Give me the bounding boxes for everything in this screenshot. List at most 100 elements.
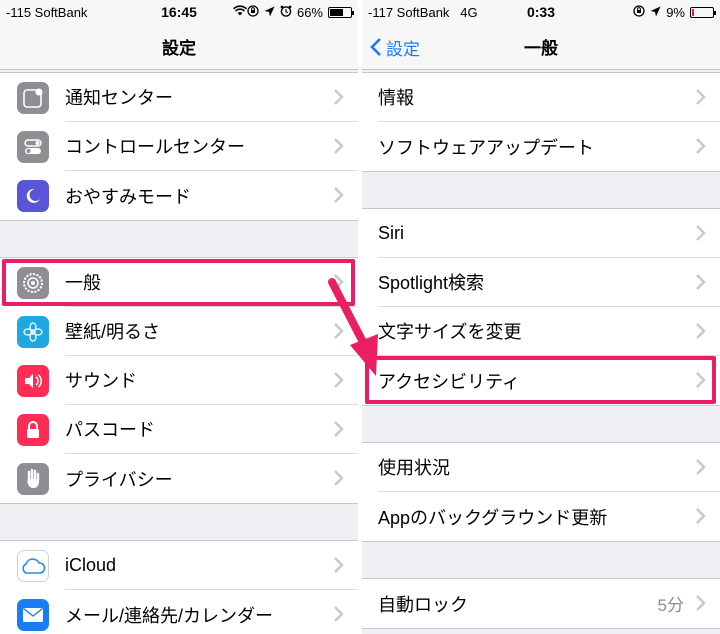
chevron-right-icon [334, 372, 344, 388]
settings-row-label: ソフトウェアアップデート [378, 137, 594, 158]
chevron-right-icon [696, 372, 706, 388]
settings-row-label: Siri [378, 209, 720, 258]
chevron-right-icon [334, 138, 344, 154]
control-center-icon [17, 130, 49, 163]
settings-row-label: コントロールセンター [65, 122, 358, 171]
carrier-label: -117 SoftBank 4G [368, 4, 478, 20]
settings-row-label: サウンド [65, 356, 358, 405]
settings-row-label: 壁紙/明るさ [65, 307, 358, 356]
settings-row[interactable]: Siri [362, 209, 720, 258]
settings-row-label: パスコード [65, 405, 358, 454]
cloud-icon [17, 549, 49, 582]
mail-icon [17, 598, 49, 631]
settings-row[interactable]: パスコード [0, 405, 358, 454]
status-bar: -117 SoftBank 4G 0:33 9% [362, 0, 720, 24]
settings-row-label: iCloud [65, 541, 358, 590]
settings-row-label: 通知センター [65, 73, 358, 122]
settings-row[interactable]: 一般 [0, 258, 358, 307]
settings-row-label: メール/連絡先/カレンダー [65, 605, 274, 626]
settings-group: 一般 壁紙/明るさ サウンド パスコードプライバシー [0, 257, 358, 504]
settings-row[interactable]: iCloud [0, 541, 358, 590]
nav-bar: 設定 [0, 24, 358, 70]
settings-row[interactable]: アクセシビリティ [362, 356, 720, 405]
location-arrow-icon [650, 5, 661, 20]
chevron-right-icon [696, 323, 706, 339]
settings-row[interactable]: コントロールセンター [0, 122, 358, 171]
chevron-left-icon [370, 38, 381, 56]
settings-row-label: 情報 [378, 73, 720, 122]
hand-icon [17, 462, 49, 495]
settings-row-label: アクセシビリティ [378, 371, 521, 392]
gear-icon [17, 266, 49, 299]
rotation-lock-icon [247, 4, 259, 20]
settings-screen: -115 SoftBank 16:45 66% 設定 通知センター コントロールセ… [0, 0, 358, 634]
battery-percent: 9% [666, 4, 685, 20]
settings-row-label: 文字サイズを変更 [378, 307, 720, 356]
chevron-right-icon [334, 187, 344, 203]
settings-row[interactable]: Appのバックグラウンド更新 [362, 492, 720, 541]
settings-row[interactable]: サウンド [0, 356, 358, 405]
back-button[interactable]: 設定 [370, 24, 420, 70]
chevron-right-icon [696, 459, 706, 475]
rotation-lock-icon [633, 4, 645, 20]
settings-group: 自動ロック 5分 [362, 578, 720, 629]
general-list: 情報ソフトウェアアップデート Siri Spotlight検索 文字サイズを変更アクセ… [362, 72, 720, 629]
chevron-right-icon [696, 138, 706, 154]
speaker-icon [17, 364, 49, 397]
chevron-right-icon [334, 323, 344, 339]
settings-row-value: 5分 [657, 596, 684, 615]
location-arrow-icon [264, 5, 275, 20]
settings-row-label: 使用状況 [378, 443, 720, 492]
general-screen: -117 SoftBank 4G 0:33 9% 設定 一般 情報ソフトウェアア… [362, 0, 720, 634]
notification-center-icon [17, 81, 49, 114]
flower-icon [17, 315, 49, 348]
settings-row[interactable]: おやすみモード [0, 171, 358, 220]
chevron-right-icon [334, 421, 344, 437]
back-button-label: 設定 [386, 39, 420, 59]
page-title: 一般 [524, 39, 558, 58]
wifi-icon [233, 5, 247, 19]
settings-group: iCloud メール/連絡先/カレンダー [0, 540, 358, 634]
chevron-right-icon [696, 89, 706, 105]
chevron-right-icon [696, 274, 706, 290]
settings-row-label: Spotlight検索 [378, 258, 720, 307]
chevron-right-icon [334, 557, 344, 573]
settings-row[interactable]: 使用状況 [362, 443, 720, 492]
settings-group: 使用状況 Appのバックグラウンド更新 [362, 442, 720, 542]
settings-row[interactable]: Spotlight検索 [362, 258, 720, 307]
chevron-right-icon [696, 508, 706, 524]
settings-row-label: おやすみモード [65, 186, 191, 207]
battery-icon [328, 6, 354, 18]
settings-row-label: プライバシー [65, 469, 173, 490]
lock-icon [17, 413, 49, 446]
chevron-right-icon [334, 89, 344, 105]
settings-row[interactable]: 通知センター [0, 73, 358, 122]
settings-group: 情報ソフトウェアアップデート [362, 72, 720, 172]
settings-row[interactable]: 文字サイズを変更 [362, 307, 720, 356]
settings-row-label: Appのバックグラウンド更新 [378, 507, 608, 528]
chevron-right-icon [696, 595, 706, 611]
settings-row[interactable]: ソフトウェアアップデート [362, 122, 720, 171]
settings-group: 通知センター コントロールセンターおやすみモード [0, 72, 358, 221]
settings-row[interactable]: プライバシー [0, 454, 358, 503]
settings-group: Siri Spotlight検索 文字サイズを変更アクセシビリティ [362, 208, 720, 406]
settings-row[interactable]: 情報 [362, 73, 720, 122]
chevron-right-icon [696, 225, 706, 241]
chevron-right-icon [334, 606, 344, 622]
chevron-right-icon [334, 274, 344, 290]
nav-bar: 設定 一般 [362, 24, 720, 70]
battery-icon [690, 6, 716, 18]
settings-row-label: 一般 [65, 258, 358, 307]
chevron-right-icon [334, 470, 344, 486]
settings-row[interactable]: メール/連絡先/カレンダー [0, 590, 358, 634]
status-bar: -115 SoftBank 16:45 66% [0, 0, 358, 24]
settings-row[interactable]: 自動ロック 5分 [362, 579, 720, 628]
settings-row[interactable]: 壁紙/明るさ [0, 307, 358, 356]
page-title: 設定 [162, 39, 196, 58]
alarm-clock-icon [280, 5, 292, 20]
